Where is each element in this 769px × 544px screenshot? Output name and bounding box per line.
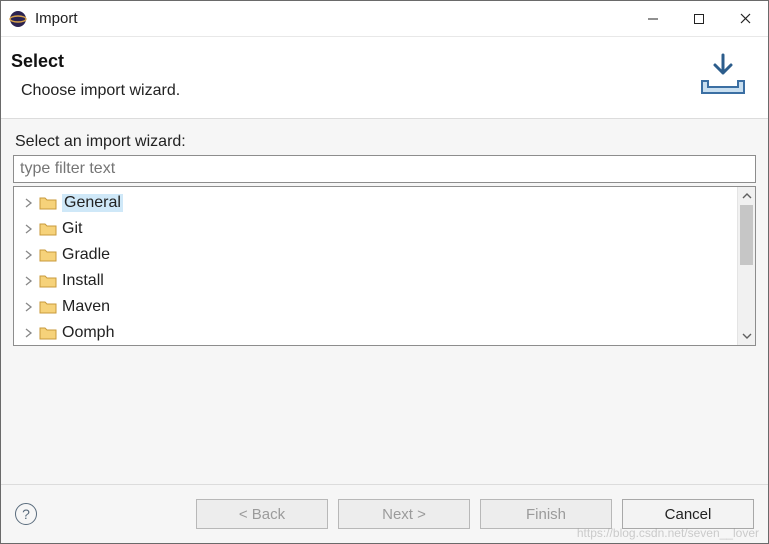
back-button: < Back: [196, 499, 328, 529]
button-bar: ? < Back Next > Finish Cancel: [1, 485, 768, 543]
window-controls: [630, 1, 768, 36]
folder-icon: [39, 300, 57, 314]
folder-icon: [39, 248, 57, 262]
tree-item-label: Install: [62, 272, 104, 290]
folder-icon: [39, 274, 57, 288]
chevron-right-icon: [22, 248, 36, 262]
tree-scrollbar[interactable]: [737, 187, 755, 345]
tree-item-label: Oomph: [62, 324, 114, 342]
tree-item-git[interactable]: Git: [16, 216, 735, 242]
chevron-right-icon: [22, 300, 36, 314]
page-title: Select: [11, 51, 686, 72]
eclipse-icon: [9, 10, 27, 28]
wizard-body: Select an import wizard: General Git Gra…: [1, 119, 768, 485]
folder-icon: [39, 196, 57, 210]
tree-item-label: General: [62, 194, 123, 212]
import-tree: General Git Gradle Install: [13, 186, 756, 346]
page-description: Choose import wizard.: [21, 82, 686, 100]
tree-item-label: Maven: [62, 298, 110, 316]
tree-item-maven[interactable]: Maven: [16, 294, 735, 320]
scrollbar-thumb[interactable]: [740, 205, 753, 265]
help-button[interactable]: ?: [15, 503, 37, 525]
import-wizard-icon: [698, 53, 750, 97]
tree-item-label: Git: [62, 220, 82, 238]
wizard-header: Select Choose import wizard.: [1, 37, 768, 119]
scrollbar-track[interactable]: [738, 205, 755, 327]
tree-item-oomph[interactable]: Oomph: [16, 320, 735, 345]
tree-content[interactable]: General Git Gradle Install: [14, 187, 737, 345]
window-title: Import: [35, 10, 78, 27]
chevron-right-icon: [22, 274, 36, 288]
chevron-right-icon: [22, 196, 36, 210]
folder-icon: [39, 326, 57, 340]
cancel-button[interactable]: Cancel: [622, 499, 754, 529]
finish-button: Finish: [480, 499, 612, 529]
tree-item-label: Gradle: [62, 246, 110, 264]
chevron-right-icon: [22, 222, 36, 236]
folder-icon: [39, 222, 57, 236]
next-button: Next >: [338, 499, 470, 529]
close-button[interactable]: [722, 1, 768, 36]
tree-item-install[interactable]: Install: [16, 268, 735, 294]
maximize-button[interactable]: [676, 1, 722, 36]
minimize-button[interactable]: [630, 1, 676, 36]
scroll-down-icon[interactable]: [738, 327, 755, 345]
chevron-right-icon: [22, 326, 36, 340]
tree-item-gradle[interactable]: Gradle: [16, 242, 735, 268]
titlebar: Import: [1, 1, 768, 37]
import-dialog: Import Select Choose import wizard.: [0, 0, 769, 544]
filter-input[interactable]: [13, 155, 756, 183]
section-label: Select an import wizard:: [15, 133, 756, 151]
tree-item-general[interactable]: General: [16, 190, 735, 216]
scroll-up-icon[interactable]: [738, 187, 755, 205]
